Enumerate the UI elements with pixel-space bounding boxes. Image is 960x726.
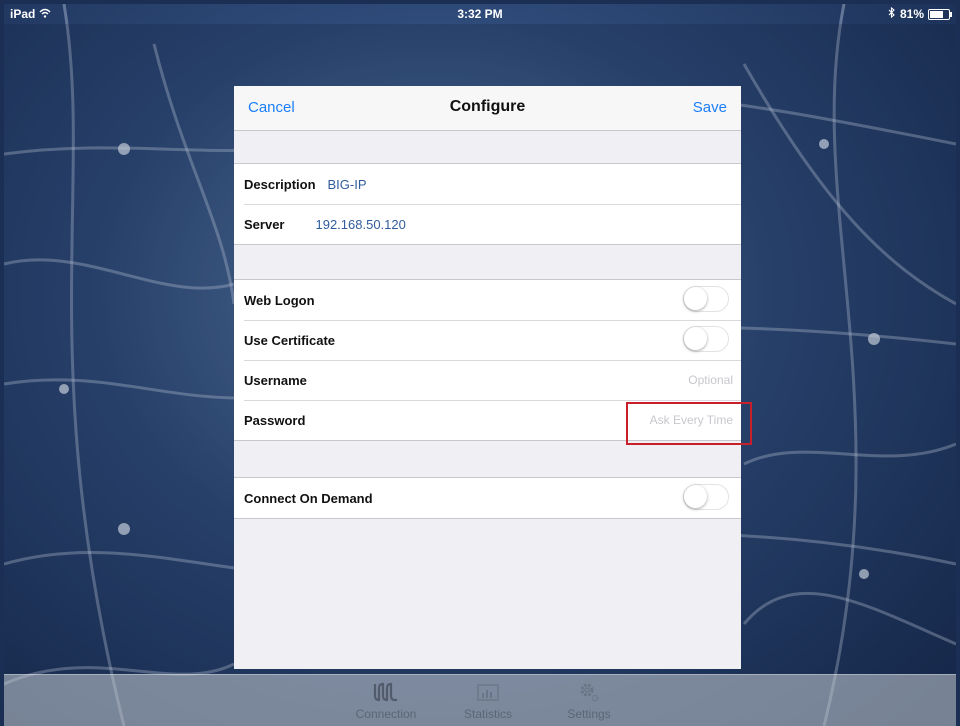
ipad-screen: iPad 3:32 PM 81% Connection Statistics S…	[4, 4, 956, 726]
tab-connection-label: Connection	[355, 707, 417, 721]
connection-icon	[341, 681, 431, 703]
description-label: Description	[244, 176, 316, 192]
tab-settings-label: Settings	[567, 707, 611, 721]
password-highlight-box	[626, 402, 752, 445]
battery-icon	[928, 8, 952, 20]
configure-modal: Cancel Configure Save Description BIG-IP…	[234, 86, 741, 669]
description-value: BIG-IP	[327, 176, 367, 192]
connect-on-demand-row: Connect On Demand	[234, 478, 741, 518]
use-certificate-label: Use Certificate	[244, 332, 336, 348]
password-label: Password	[244, 412, 306, 428]
toggle-knob	[684, 327, 707, 350]
connect-on-demand-label: Connect On Demand	[244, 490, 373, 506]
web-logon-row: Web Logon	[234, 280, 741, 320]
tab-bar: Connection Statistics Settings	[4, 674, 956, 726]
toggle-knob	[684, 287, 707, 310]
battery-percent: 81%	[899, 7, 924, 21]
tab-statistics[interactable]: Statistics	[443, 681, 533, 721]
demand-section: Connect On Demand	[234, 477, 741, 519]
gear-icon	[544, 681, 634, 703]
server-value: 192.168.50.120	[315, 216, 406, 232]
tab-connection[interactable]: Connection	[341, 681, 431, 721]
modal-title: Configure	[449, 98, 526, 115]
username-row[interactable]: Username Optional	[234, 360, 741, 400]
modal-nav-bar: Cancel Configure Save	[234, 86, 741, 131]
server-section: Description BIG-IP Server 192.168.50.120	[234, 163, 741, 245]
username-field[interactable]: Optional	[688, 373, 733, 387]
use-certificate-toggle[interactable]	[683, 326, 729, 352]
tab-statistics-label: Statistics	[463, 707, 512, 721]
server-row[interactable]: Server 192.168.50.120	[234, 204, 741, 244]
status-bar: iPad 3:32 PM 81%	[4, 4, 956, 24]
use-certificate-row: Use Certificate	[234, 320, 741, 360]
save-button[interactable]: Save	[693, 99, 727, 116]
web-logon-toggle[interactable]	[683, 286, 729, 312]
statistics-icon	[443, 681, 533, 703]
battery-fill	[930, 10, 943, 18]
server-label: Server	[244, 216, 285, 232]
username-label: Username	[244, 372, 307, 388]
description-row[interactable]: Description BIG-IP	[234, 164, 741, 204]
connect-on-demand-toggle[interactable]	[683, 484, 729, 510]
toggle-knob	[684, 485, 707, 508]
tab-settings[interactable]: Settings	[544, 681, 634, 721]
web-logon-label: Web Logon	[244, 292, 315, 308]
status-right: 81%	[888, 6, 952, 21]
bluetooth-icon	[888, 6, 896, 21]
clock: 3:32 PM	[457, 7, 503, 21]
